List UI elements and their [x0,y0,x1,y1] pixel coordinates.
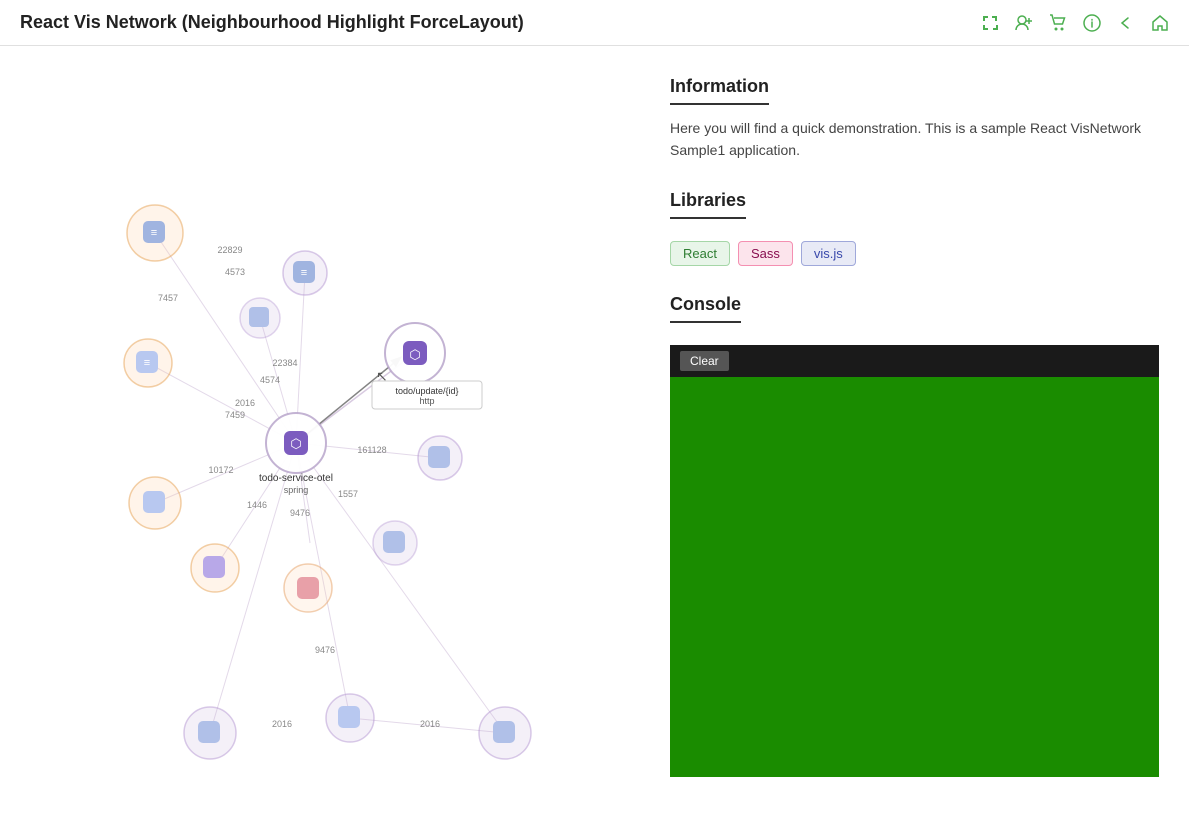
header: React Vis Network (Neighbourhood Highlig… [0,0,1189,46]
edge-label-1557: 1557 [338,489,358,499]
node-icon-4 [249,307,269,327]
edge-label-2016b: 2016 [272,719,292,729]
node-icon-bottom-center [338,706,360,728]
svg-text:≡: ≡ [151,227,157,239]
user-add-icon[interactable] [1015,14,1033,32]
tooltip-text-main: todo/update/{id} [395,386,458,396]
console-section: Console Clear [670,294,1159,777]
fullscreen-icon[interactable] [981,14,999,32]
info-icon[interactable] [1083,14,1101,32]
libraries-badges: React Sass vis.js [670,241,1159,266]
svg-text:≡: ≡ [301,267,307,279]
node-icon-left-low [143,491,165,513]
edge-label-10172: 10172 [208,465,233,475]
edge-label-1446: 1446 [247,500,267,510]
information-title: Information [670,76,769,105]
network-graph[interactable]: 22829 4573 7457 22384 4574 2016 7459 101… [0,46,640,820]
edge-label-4573: 4573 [225,267,245,277]
svg-text:⬡: ⬡ [409,347,420,362]
edge-label-2016c: 2016 [420,719,440,729]
edge-label-9476a: 9476 [290,508,310,518]
node-icon-rb [383,531,405,553]
edge-label-7457: 7457 [158,293,178,303]
badge-visjs[interactable]: vis.js [801,241,856,266]
edge-label-22384: 22384 [272,358,297,368]
console-clear-button[interactable]: Clear [680,351,729,371]
node-icon-right [428,446,450,468]
console-header: Clear [670,345,1159,377]
center-node-label: todo-service-otel [259,473,333,484]
node-icon-bottom-right [493,721,515,743]
graph-panel[interactable]: 22829 4573 7457 22384 4574 2016 7459 101… [0,46,640,820]
information-text: Here you will find a quick demonstration… [670,117,1159,162]
tooltip-text-sub: http [419,396,434,406]
header-icons [981,14,1169,32]
svg-text:↖: ↖ [376,368,388,384]
edge-label-22829: 22829 [217,245,242,255]
edge-label-4574: 4574 [260,375,280,385]
svg-text:≡: ≡ [144,357,150,369]
libraries-title: Libraries [670,190,746,219]
page-title: React Vis Network (Neighbourhood Highlig… [20,12,524,33]
badge-sass[interactable]: Sass [738,241,793,266]
libraries-section: Libraries React Sass vis.js [670,190,1159,266]
edge-label-161128: 161128 [357,445,386,455]
home-icon[interactable] [1151,14,1169,32]
info-panel: Information Here you will find a quick d… [640,46,1189,820]
edge-label-2016a: 2016 [235,398,255,408]
cart-icon[interactable] [1049,14,1067,32]
svg-text:⬡: ⬡ [290,436,301,451]
node-icon-bottom-left [198,721,220,743]
center-node-sub: spring [284,485,309,495]
badge-react[interactable]: React [670,241,730,266]
node-icon-lower-mid [297,577,319,599]
back-icon[interactable] [1117,14,1135,32]
main-layout: 22829 4573 7457 22384 4574 2016 7459 101… [0,46,1189,820]
console-output [670,377,1159,777]
node-icon-mid-low [203,556,225,578]
information-section: Information Here you will find a quick d… [670,76,1159,162]
console-title: Console [670,294,741,323]
edge-label-7459: 7459 [225,410,245,420]
edge-label-9476b: 9476 [315,645,335,655]
